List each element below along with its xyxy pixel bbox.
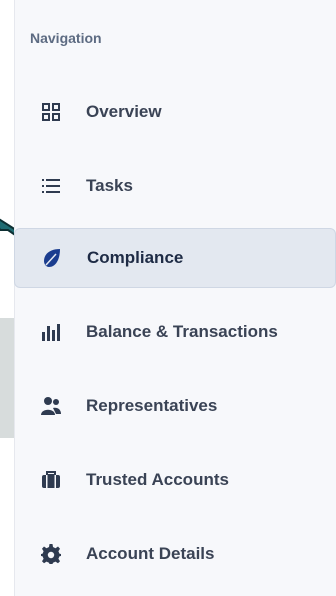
list-icon [40, 175, 62, 197]
nav-item-trusted-accounts[interactable]: Trusted Accounts [14, 450, 336, 510]
nav-item-balance-transactions[interactable]: Balance & Transactions [14, 302, 336, 362]
nav-item-label: Trusted Accounts [86, 470, 229, 489]
leaf-icon [41, 247, 63, 269]
nav-item-tasks[interactable]: Tasks [14, 156, 336, 216]
bar-chart-icon [40, 321, 62, 343]
nav-item-account-details[interactable]: Account Details [14, 524, 336, 584]
nav-item-overview[interactable]: Overview [14, 82, 336, 142]
briefcase-icon [40, 469, 62, 491]
nav-item-label: Representatives [86, 396, 218, 415]
nav-item-label: Tasks [86, 176, 133, 195]
nav-heading: Navigation [30, 30, 102, 46]
grid-icon [40, 101, 62, 123]
gear-icon [40, 543, 62, 565]
nav-item-label: Overview [86, 102, 162, 121]
users-icon [40, 395, 62, 417]
nav-item-label: Balance & Transactions [86, 322, 278, 341]
nav-item-label: Compliance [87, 248, 184, 267]
nav-item-representatives[interactable]: Representatives [14, 376, 336, 436]
nav-item-label: Account Details [86, 544, 215, 563]
nav-item-compliance[interactable]: Compliance [14, 228, 336, 288]
